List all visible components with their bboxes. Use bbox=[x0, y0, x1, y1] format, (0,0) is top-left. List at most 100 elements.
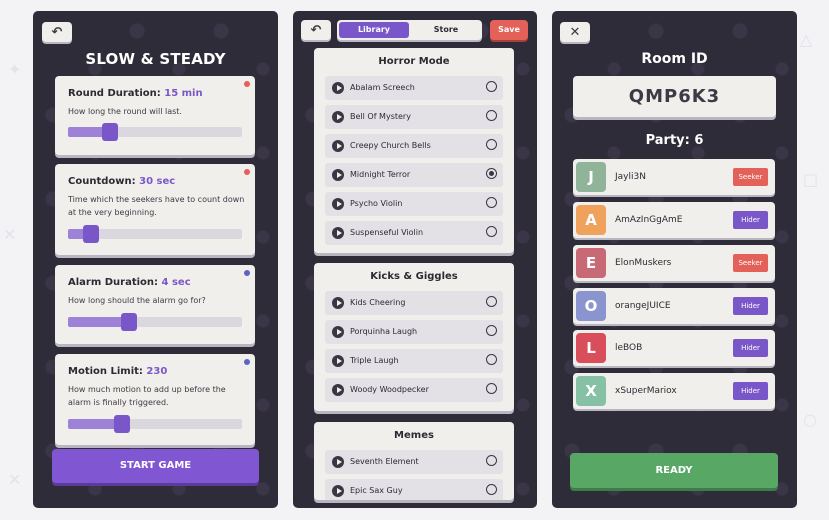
sound-select-radio[interactable] bbox=[486, 110, 497, 121]
alarm-duration-slider[interactable] bbox=[68, 313, 242, 331]
sound-select-radio[interactable] bbox=[486, 383, 497, 394]
slider-fill bbox=[68, 317, 129, 327]
sound-select-radio[interactable] bbox=[486, 139, 497, 150]
start-game-button[interactable]: START GAME bbox=[52, 449, 259, 483]
motion-limit-slider[interactable] bbox=[68, 415, 242, 433]
sound-row[interactable]: Psycho Violin bbox=[325, 192, 503, 216]
setting-title: Motion Limit: 230 bbox=[68, 366, 168, 377]
save-button[interactable]: Save bbox=[490, 20, 528, 40]
sound-name: Triple Laugh bbox=[350, 356, 399, 365]
sound-name: Abalam Screech bbox=[350, 83, 415, 92]
play-icon[interactable] bbox=[332, 169, 344, 181]
sound-select-radio[interactable] bbox=[486, 226, 497, 237]
party-count: Party: 6 bbox=[645, 133, 704, 148]
player-avatar: X bbox=[576, 376, 606, 406]
arrow-back-icon: ↶ bbox=[310, 22, 322, 38]
play-icon[interactable] bbox=[332, 485, 344, 497]
close-icon: ✕ bbox=[569, 24, 581, 40]
sound-name: Kids Cheering bbox=[350, 298, 406, 307]
sound-name: Midnight Terror bbox=[350, 170, 411, 179]
room-lobby-screen: ✕ Room ID QMP6K3 Party: 6 J Jayli3N Seek… bbox=[552, 11, 797, 508]
settings-screen: ↶ SLOW & STEADY Round Duration: 15 min H… bbox=[33, 11, 278, 508]
round-duration-card: Round Duration: 15 min How long the roun… bbox=[55, 76, 255, 155]
background-doodle: △ bbox=[800, 30, 813, 49]
sound-row[interactable]: Midnight Terror bbox=[325, 163, 503, 187]
sound-select-radio[interactable] bbox=[486, 325, 497, 336]
play-icon[interactable] bbox=[332, 384, 344, 396]
tab-library[interactable]: Library bbox=[339, 22, 409, 38]
sound-group-memes: Memes Seventh Element Epic Sax Guy bbox=[314, 422, 514, 500]
sound-group-kicks-and-giggles: Kicks & Giggles Kids Cheering Porquinha … bbox=[314, 263, 514, 411]
sound-row[interactable]: Porquinha Laugh bbox=[325, 320, 503, 344]
player-name: Jayli3N bbox=[615, 172, 646, 182]
sound-name: Woody Woodpecker bbox=[350, 385, 429, 394]
tab-store[interactable]: Store bbox=[411, 22, 481, 38]
setting-title: Countdown: 30 sec bbox=[68, 176, 176, 187]
setting-description: How much motion to add up before the ala… bbox=[68, 385, 226, 407]
play-icon[interactable] bbox=[332, 355, 344, 367]
sound-select-radio[interactable] bbox=[486, 455, 497, 466]
sound-select-radio[interactable] bbox=[486, 168, 497, 179]
play-icon[interactable] bbox=[332, 297, 344, 309]
sound-select-radio[interactable] bbox=[486, 484, 497, 495]
sound-row[interactable]: Triple Laugh bbox=[325, 349, 503, 373]
play-icon[interactable] bbox=[332, 456, 344, 468]
alarm-duration-card: Alarm Duration: 4 sec How long should th… bbox=[55, 265, 255, 344]
slider-handle[interactable] bbox=[101, 123, 118, 141]
player-name: xSuperMariox bbox=[615, 386, 677, 396]
play-icon[interactable] bbox=[332, 111, 344, 123]
play-icon[interactable] bbox=[332, 82, 344, 94]
sound-select-radio[interactable] bbox=[486, 296, 497, 307]
role-badge[interactable]: Hider bbox=[733, 297, 768, 315]
player-name: ElonMuskers bbox=[615, 258, 672, 268]
sound-row[interactable]: Epic Sax Guy bbox=[325, 479, 503, 500]
status-dot bbox=[244, 169, 250, 175]
background-doodle: ✦ bbox=[8, 60, 22, 79]
sound-group-horror-mode: Horror Mode Abalam Screech Bell Of Myste… bbox=[314, 48, 514, 253]
countdown-card: Countdown: 30 sec Time which the seekers… bbox=[55, 164, 255, 255]
sound-row[interactable]: Woody Woodpecker bbox=[325, 378, 503, 402]
play-icon[interactable] bbox=[332, 227, 344, 239]
play-icon[interactable] bbox=[332, 326, 344, 338]
back-button[interactable]: ↶ bbox=[301, 20, 331, 40]
player-name: orangeJUICE bbox=[615, 301, 671, 311]
sound-select-radio[interactable] bbox=[486, 81, 497, 92]
player-row: X xSuperMariox Hider bbox=[573, 373, 775, 409]
role-badge[interactable]: Seeker bbox=[733, 254, 768, 272]
player-avatar: O bbox=[576, 291, 606, 321]
slider-handle[interactable] bbox=[120, 313, 137, 331]
sound-row[interactable]: Seventh Element bbox=[325, 450, 503, 474]
player-row: O orangeJUICE Hider bbox=[573, 288, 775, 324]
status-dot bbox=[244, 270, 250, 276]
sound-row[interactable]: Suspenseful Violin bbox=[325, 221, 503, 245]
role-badge[interactable]: Hider bbox=[733, 211, 768, 229]
sound-name: Seventh Element bbox=[350, 457, 419, 466]
play-icon[interactable] bbox=[332, 140, 344, 152]
slider-handle[interactable] bbox=[82, 225, 99, 243]
close-button[interactable]: ✕ bbox=[560, 22, 590, 42]
sound-select-radio[interactable] bbox=[486, 354, 497, 365]
player-avatar: E bbox=[576, 248, 606, 278]
role-badge[interactable]: Seeker bbox=[733, 168, 768, 186]
player-row: E ElonMuskers Seeker bbox=[573, 245, 775, 281]
page-title: SLOW & STEADY bbox=[85, 50, 226, 68]
play-icon[interactable] bbox=[332, 198, 344, 210]
group-title: Kicks & Giggles bbox=[370, 271, 458, 282]
ready-button[interactable]: READY bbox=[570, 453, 778, 488]
slider-handle[interactable] bbox=[113, 415, 130, 433]
sound-row[interactable]: Kids Cheering bbox=[325, 291, 503, 315]
back-button[interactable]: ↶ bbox=[42, 22, 72, 42]
group-title: Memes bbox=[394, 430, 434, 441]
background-doodle: □ bbox=[803, 170, 819, 189]
sound-row[interactable]: Creepy Church Bells bbox=[325, 134, 503, 158]
countdown-slider[interactable] bbox=[68, 225, 242, 243]
role-badge[interactable]: Hider bbox=[733, 339, 768, 357]
round-duration-slider[interactable] bbox=[68, 123, 242, 141]
role-badge[interactable]: Hider bbox=[733, 382, 768, 400]
sound-row[interactable]: Bell Of Mystery bbox=[325, 105, 503, 129]
arrow-back-icon: ↶ bbox=[51, 24, 63, 40]
background-doodle: ○ bbox=[803, 410, 817, 429]
sound-select-radio[interactable] bbox=[486, 197, 497, 208]
sound-row[interactable]: Abalam Screech bbox=[325, 76, 503, 100]
group-title: Horror Mode bbox=[378, 56, 450, 67]
